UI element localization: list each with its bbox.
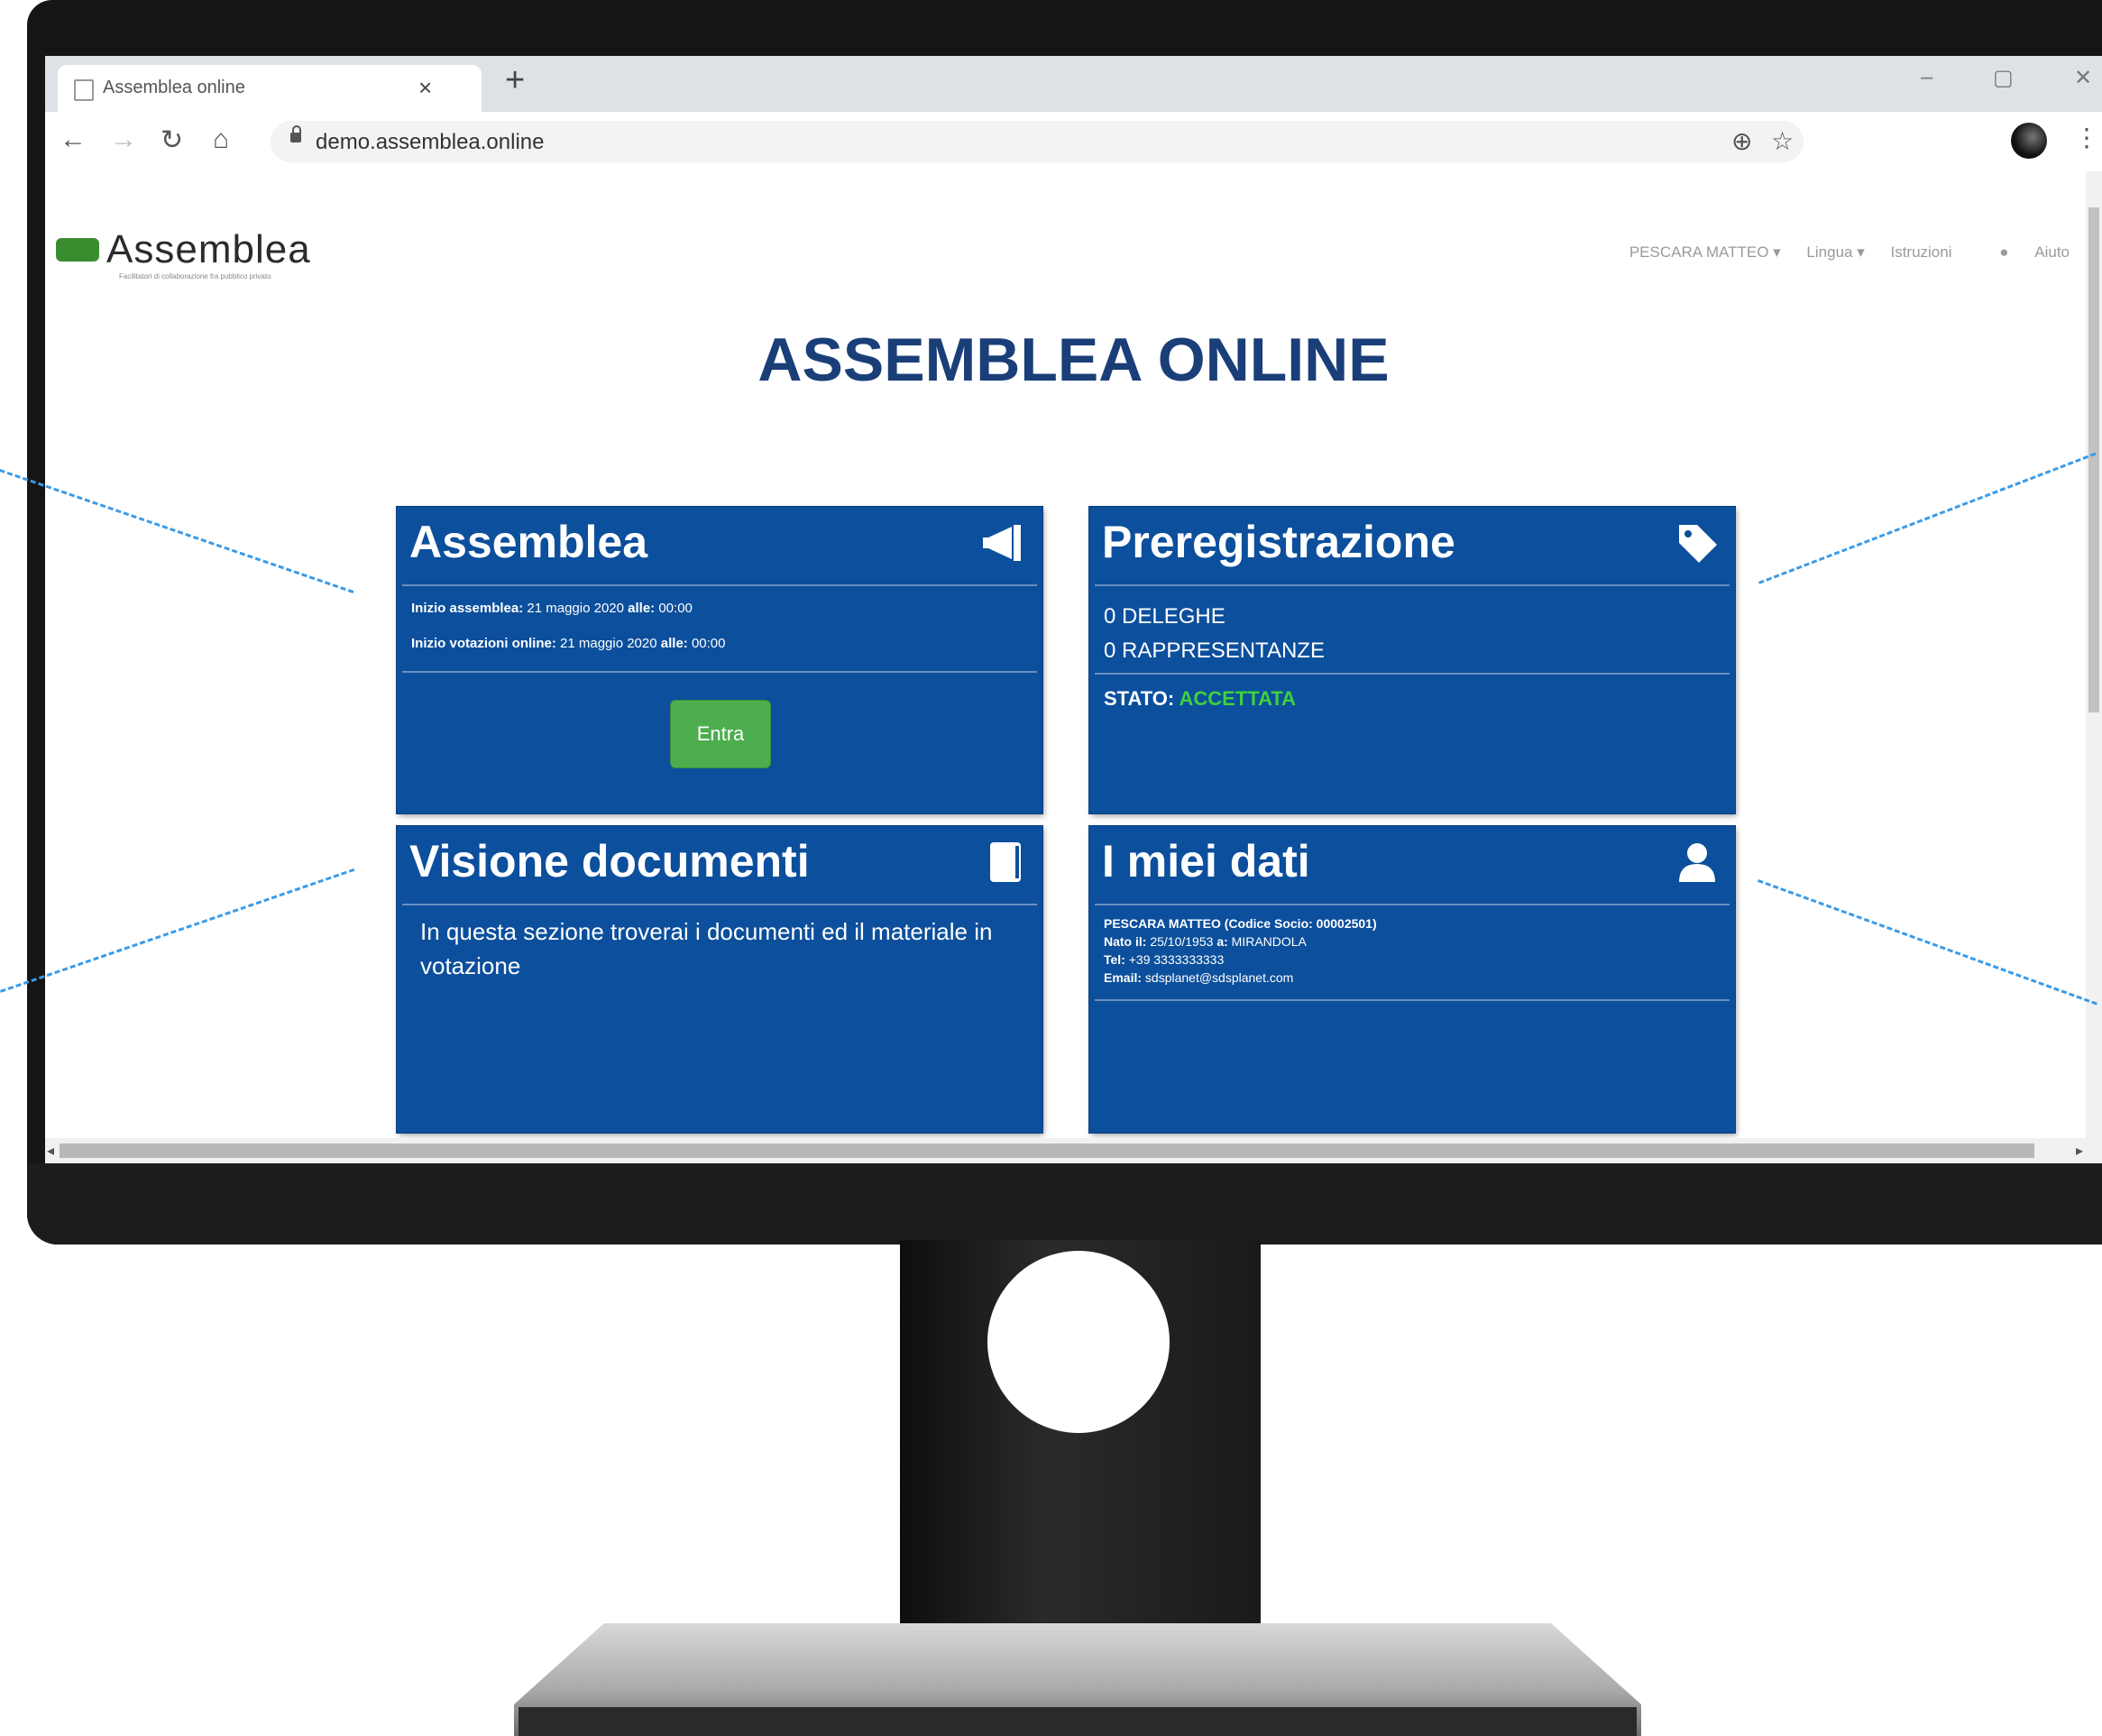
- field-label: a:: [1216, 934, 1228, 949]
- field-value: 25/10/1953: [1150, 934, 1214, 949]
- preregistrazione-card: Preregistrazione 0 DELEGHE 0 RAPPRESENTA…: [1089, 507, 1735, 813]
- field-value: MIRANDOLA: [1231, 934, 1307, 949]
- help-icon: ●: [1999, 243, 2009, 261]
- user-menu[interactable]: PESCARA MATTEO ▾: [1629, 243, 1781, 261]
- scroll-right-arrow-icon[interactable]: ▸: [2076, 1142, 2083, 1160]
- member-name: PESCARA MATTEO (Codice Socio: 00002501): [1104, 914, 1721, 932]
- address-bar[interactable]: demo.assemblea.online ⊕ ☆: [271, 121, 1804, 162]
- favicon-icon: [74, 79, 94, 101]
- site-logo[interactable]: Assemblea Facilitatori di collaborazione…: [56, 227, 311, 280]
- horizontal-scrollbar[interactable]: ◂ ▸: [45, 1138, 2102, 1163]
- zoom-icon[interactable]: ⊕: [1731, 126, 1752, 156]
- field-value: sdsplanet@sdsplanet.com: [1144, 970, 1294, 985]
- screen: Assemblea online × + – ▢ ✕ ← → ↻ ⌂ demo.…: [45, 56, 2102, 1163]
- back-icon[interactable]: ←: [60, 124, 87, 155]
- card-title: Assemblea: [409, 517, 648, 567]
- inizio-assemblea-row: Inizio assemblea: 21 maggio 2020 alle: 0…: [411, 601, 1028, 616]
- help-label: Aiuto: [2034, 243, 2070, 261]
- stand-cable-hole: [987, 1251, 1170, 1433]
- forward-icon[interactable]: →: [110, 124, 137, 155]
- maximize-icon[interactable]: ▢: [1993, 65, 2014, 91]
- field-value: +39 3333333333: [1128, 952, 1225, 967]
- browser-tabbar: Assemblea online × + – ▢ ✕: [45, 56, 2102, 112]
- card-header: Preregistrazione: [1095, 507, 1730, 586]
- email-row: Email: sdsplanet@sdsplanet.com: [1104, 969, 1721, 987]
- card-header: Assemblea: [402, 507, 1037, 586]
- scroll-left-arrow-icon[interactable]: ◂: [47, 1142, 54, 1160]
- deleghe-count: 0 DELEGHE: [1104, 604, 1225, 629]
- field-value: 21 maggio 2020: [560, 636, 657, 651]
- star-icon[interactable]: ☆: [1771, 126, 1794, 156]
- logo-icon: [56, 238, 99, 262]
- card-title: Visione documenti: [409, 836, 810, 886]
- help-link[interactable]: ● Aiuto: [1978, 243, 2070, 261]
- logo-subtitle: Facilitatori di collaborazione fra pubbl…: [119, 272, 271, 280]
- card-body: PESCARA MATTEO (Codice Socio: 00002501) …: [1089, 905, 1735, 1017]
- user-icon: [1679, 843, 1715, 882]
- reload-icon[interactable]: ↻: [161, 124, 183, 156]
- assemblea-card: Assemblea Inizio assemblea: 21 maggio 20…: [397, 507, 1042, 813]
- card-body: In questa sezione troverai i documenti e…: [397, 905, 1042, 992]
- tab-close-icon[interactable]: ×: [418, 74, 432, 102]
- member-name-text: PESCARA MATTEO (Codice Socio: 00002501): [1104, 916, 1377, 931]
- top-navigation: PESCARA MATTEO ▾ Lingua ▾ Istruzioni ● A…: [1608, 243, 2070, 262]
- field-label: Inizio votazioni online:: [411, 636, 556, 651]
- status-label: STATO:: [1104, 687, 1175, 710]
- divider: [1095, 999, 1730, 1001]
- status-badge: ACCETTATA: [1179, 687, 1297, 710]
- vertical-scroll-thumb[interactable]: [2088, 207, 2099, 712]
- field-value: 21 maggio 2020: [527, 601, 624, 616]
- field-value: 00:00: [691, 636, 726, 651]
- inizio-votazioni-row: Inizio votazioni online: 21 maggio 2020 …: [411, 636, 1028, 651]
- tag-icon: [1679, 525, 1717, 563]
- url-text: demo.assemblea.online: [316, 130, 545, 154]
- field-label: Tel:: [1104, 952, 1125, 967]
- field-label: Email:: [1104, 970, 1143, 985]
- birth-row: Nato il: 25/10/1953 a: MIRANDOLA: [1104, 932, 1721, 951]
- card-title: Preregistrazione: [1102, 517, 1455, 567]
- stand-base-shadow: [519, 1707, 1637, 1736]
- profile-avatar[interactable]: [2011, 123, 2047, 159]
- documenti-description: In questa sezione troverai i documenti e…: [420, 918, 993, 979]
- page-title: ASSEMBLEA ONLINE: [757, 326, 1390, 394]
- vertical-scrollbar[interactable]: [2086, 171, 2102, 1138]
- lock-icon: [290, 125, 301, 142]
- window-close-icon[interactable]: ✕: [2074, 65, 2092, 91]
- card-body: Inizio assemblea: 21 maggio 2020 alle: 0…: [397, 586, 1042, 689]
- miei-dati-card[interactable]: I miei dati PESCARA MATTEO (Codice Socio…: [1089, 826, 1735, 1133]
- web-page: Assemblea Facilitatori di collaborazione…: [45, 171, 2102, 1138]
- minimize-icon[interactable]: –: [1921, 65, 1932, 90]
- card-title: I miei dati: [1102, 836, 1310, 886]
- rappresentanze-count: 0 RAPPRESENTANZE: [1104, 638, 1325, 663]
- divider: [402, 671, 1037, 673]
- field-value: 00:00: [658, 601, 693, 616]
- entra-button[interactable]: Entra: [670, 700, 771, 768]
- card-header: Visione documenti: [402, 826, 1037, 905]
- documenti-card[interactable]: Visione documenti In questa sezione trov…: [397, 826, 1042, 1133]
- new-tab-button[interactable]: +: [505, 61, 525, 100]
- card-header: I miei dati: [1095, 826, 1730, 905]
- field-label: Nato il:: [1104, 934, 1147, 949]
- book-icon: [990, 842, 1021, 882]
- field-label: Inizio assemblea:: [411, 601, 524, 616]
- home-icon[interactable]: ⌂: [213, 124, 229, 155]
- field-label: alle:: [628, 601, 656, 616]
- megaphone-icon: [983, 525, 1021, 561]
- browser-tab[interactable]: Assemblea online ×: [58, 65, 482, 112]
- divider: [1095, 673, 1730, 675]
- horizontal-scroll-thumb[interactable]: [60, 1144, 2034, 1158]
- phone-row: Tel: +39 3333333333: [1104, 951, 1721, 969]
- status-row: STATO: ACCETTATA: [1104, 687, 1721, 711]
- field-label: alle:: [660, 636, 688, 651]
- logo-text: Assemblea: [106, 227, 311, 271]
- card-body: 0 DELEGHE 0 RAPPRESENTANZE STATO: ACCETT…: [1089, 586, 1735, 720]
- language-menu[interactable]: Lingua ▾: [1806, 243, 1864, 261]
- monitor-chin: [27, 1163, 2102, 1245]
- instructions-link[interactable]: Istruzioni: [1890, 243, 1951, 261]
- tab-title: Assemblea online: [103, 78, 245, 97]
- menu-icon[interactable]: ⋮: [2074, 123, 2099, 152]
- browser-toolbar: ← → ↻ ⌂ demo.assemblea.online ⊕ ☆ ⋮: [45, 112, 2102, 172]
